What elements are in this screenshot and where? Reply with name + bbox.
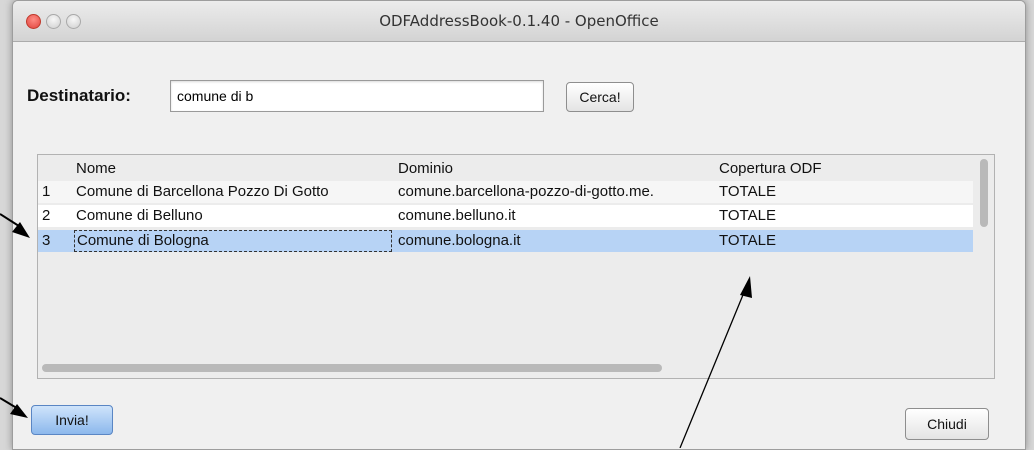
cell-copertura[interactable]: TOTALE [717,205,969,227]
row-number: 2 [42,207,51,224]
cell-copertura[interactable]: TOTALE [717,230,969,252]
table-body: Nome Dominio Copertura ODF 1 Comune di B… [38,155,973,360]
results-table: Nome Dominio Copertura ODF 1 Comune di B… [37,154,995,379]
horizontal-scroll-thumb[interactable] [42,364,662,372]
vertical-scrollbar[interactable] [978,157,990,357]
table-row[interactable]: 1 Comune di Barcellona Pozzo Di Gotto co… [38,181,973,203]
cell-nome[interactable]: Comune di Belluno [74,205,394,227]
cell-copertura[interactable]: TOTALE [717,181,969,203]
cell-dominio[interactable]: comune.bologna.it [396,230,714,252]
vertical-scroll-thumb[interactable] [980,159,988,227]
header-nome[interactable]: Nome [74,158,394,180]
destinatario-input[interactable] [170,80,544,112]
cell-nome-focused[interactable]: Comune di Bologna [74,230,392,252]
header-num [42,158,66,180]
row-number: 3 [42,232,51,249]
cell-nome[interactable]: Comune di Barcellona Pozzo Di Gotto [74,181,394,203]
row-number: 1 [42,183,51,200]
title-bar[interactable]: ODFAddressBook-0.1.40 - OpenOffice [13,1,1025,42]
table-row[interactable]: 2 Comune di Belluno comune.belluno.it TO… [38,205,973,227]
dialog-content: Destinatario: Cerca! Nome Dominio Copert… [13,42,1025,449]
window-title: ODFAddressBook-0.1.40 - OpenOffice [379,12,659,30]
table-header: Nome Dominio Copertura ODF [38,158,973,180]
cerca-button[interactable]: Cerca! [566,82,634,112]
invia-button[interactable]: Invia! [31,405,113,435]
header-dominio[interactable]: Dominio [396,158,714,180]
app-window: ODFAddressBook-0.1.40 - OpenOffice Desti… [12,0,1026,450]
horizontal-scrollbar[interactable] [40,362,970,374]
destinatario-label: Destinatario: [27,86,131,105]
chiudi-button[interactable]: Chiudi [905,408,989,440]
table-row-selected[interactable]: 3 Comune di Bologna comune.bologna.it TO… [38,230,973,252]
cell-dominio[interactable]: comune.barcellona-pozzo-di-gotto.me. [396,181,714,203]
header-copertura[interactable]: Copertura ODF [717,158,969,180]
cell-dominio[interactable]: comune.belluno.it [396,205,714,227]
